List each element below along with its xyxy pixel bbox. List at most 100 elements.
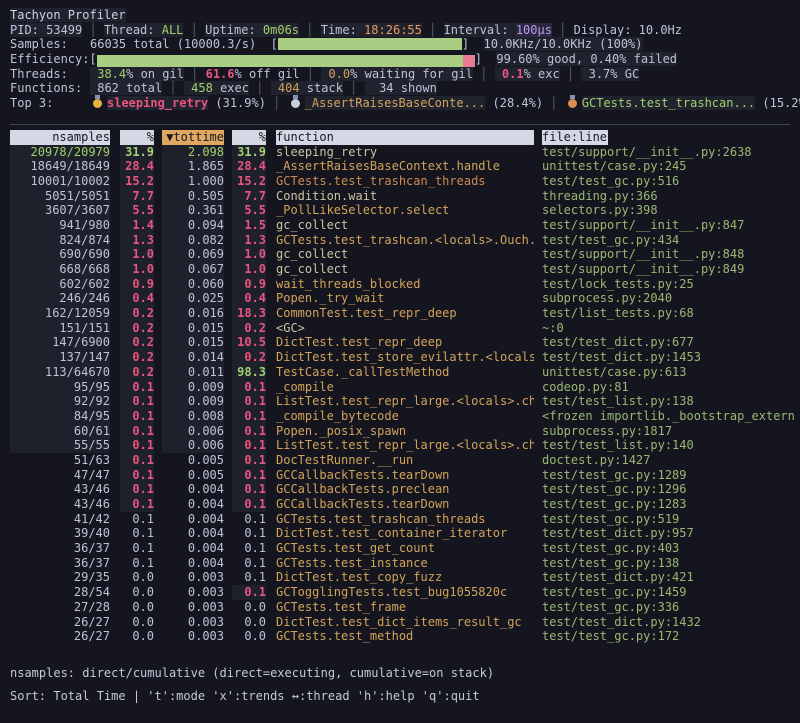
cell-tottime: 0.004: [162, 556, 224, 571]
thread-stat: 0.0% waiting for gil: [321, 67, 473, 81]
separator: │: [184, 67, 206, 81]
cell-nsamples: 43/46: [10, 497, 110, 512]
cell-tottime: 0.011: [162, 365, 224, 380]
cell-pct-direct: 28.4: [120, 159, 154, 174]
cell-function: GCTests.test_frame: [276, 600, 534, 615]
cell-tottime: 0.069: [162, 247, 224, 262]
table-body: 20978/2097931.92.09831.9sleeping_retryte…: [10, 145, 800, 644]
functions-segments: 862 total │ 458 exec │ 404 stack │ 34 sh…: [90, 81, 437, 95]
samples-rate: 10.0KHz/10.0KHz (100%): [484, 37, 643, 51]
cell-file-line: test/test_list.py:140: [542, 438, 694, 453]
thread-stat-unit: % GC: [610, 67, 639, 81]
cell-tottime: 0.016: [162, 306, 224, 321]
status-item: Uptime: 0m06s: [205, 23, 299, 37]
cell-pct-cumulative: 0.1: [232, 526, 266, 541]
status-item-value: ALL: [162, 23, 184, 37]
cell-tottime: 1.865: [162, 159, 224, 174]
cell-tottime: 0.004: [162, 526, 224, 541]
cell-function: gc_collect: [276, 218, 534, 233]
cell-nsamples: 113/64670: [10, 365, 110, 380]
column-header-nsamples[interactable]: nsamples: [10, 130, 110, 145]
thread-stat-value: 38.4: [90, 67, 126, 81]
cell-pct-direct: 0.0: [120, 629, 154, 644]
keybindings-line: Sort: Total Time | 't':mode 'x':trends ↔…: [10, 689, 800, 704]
cell-tottime: 0.003: [162, 629, 224, 644]
table-row: 137/1470.20.0140.2DictTest.test_store_ev…: [10, 350, 800, 365]
cell-pct-direct: 1.0: [120, 262, 154, 277]
thread-stat: 61.6% off gil: [206, 67, 300, 81]
table-row: 20978/2097931.92.09831.9sleeping_retryte…: [10, 145, 800, 160]
cell-pct-direct: 0.4: [120, 291, 154, 306]
cell-pct-cumulative: 0.9: [232, 277, 266, 292]
status-item-label: PID:: [10, 23, 46, 37]
divider: [10, 124, 790, 125]
table-row: 668/6681.00.0671.0gc_collecttest/support…: [10, 262, 800, 277]
threads-segments: 38.4% on gil │ 61.6% off gil │ 0.0% wait…: [90, 67, 639, 81]
cell-file-line: test/test_gc.py:1296: [542, 482, 687, 497]
cell-nsamples: 668/668: [10, 262, 110, 277]
cell-pct-cumulative: 1.3: [232, 233, 266, 248]
cell-nsamples: 95/95: [10, 380, 110, 395]
cell-pct-cumulative: 0.1: [232, 541, 266, 556]
cell-function: GCTests.test_trashcan.<locals>.Ouch....: [276, 233, 534, 248]
cell-pct-direct: 1.4: [120, 218, 154, 233]
cell-tottime: 0.361: [162, 203, 224, 218]
cell-pct-cumulative: 0.1: [232, 453, 266, 468]
column-header-tottime-sorted[interactable]: ▼tottime: [162, 130, 224, 145]
cell-function: DictTest.test_copy_fuzz: [276, 570, 534, 585]
column-header-pct1[interactable]: %: [120, 130, 154, 145]
efficiency-good-bar: [97, 55, 463, 67]
efficiency-bar-open: [: [89, 52, 96, 66]
separator: │: [82, 23, 104, 37]
column-header-function[interactable]: function: [276, 130, 534, 145]
column-header-pct2[interactable]: %: [232, 130, 266, 145]
title-line: Tachyon Profiler: [10, 8, 800, 23]
column-header-file[interactable]: file:line: [542, 130, 608, 145]
table-row: 5051/50517.70.5057.7Condition.waitthread…: [10, 189, 800, 204]
cell-function: GCTests.test_get_count: [276, 541, 534, 556]
cell-pct-direct: 1.0: [120, 247, 154, 262]
cell-nsamples: 18649/18649: [10, 159, 110, 174]
cell-file-line: unittest/case.py:613: [542, 365, 687, 380]
cell-function: gc_collect: [276, 262, 534, 277]
cell-function: _compile_bytecode: [276, 409, 534, 424]
cell-tottime: 0.067: [162, 262, 224, 277]
function-stat-value: 862: [90, 81, 119, 95]
cell-nsamples: 602/602: [10, 277, 110, 292]
separator: │: [249, 81, 271, 95]
table-row: 3607/36075.50.3615.5_PollLikeSelector.se…: [10, 203, 800, 218]
status-item: Display: 10.0Hz: [574, 23, 682, 37]
cell-file-line: test/test_gc.py:138: [542, 556, 679, 571]
cell-pct-direct: 0.1: [120, 453, 154, 468]
cell-nsamples: 60/61: [10, 424, 110, 439]
cell-pct-cumulative: 1.0: [232, 247, 266, 262]
status-item-value: 100μs: [516, 23, 552, 37]
cell-function: GCTests.test_trashcan_threads: [276, 512, 534, 527]
cell-pct-direct: 7.7: [120, 189, 154, 204]
cell-tottime: 0.008: [162, 409, 224, 424]
cell-pct-cumulative: 0.1: [232, 512, 266, 527]
cell-tottime: 0.015: [162, 335, 224, 350]
cell-function: sleeping_retry: [276, 145, 534, 160]
gold-medal-icon: [93, 99, 102, 108]
cell-file-line: test/test_dict.py:677: [542, 335, 694, 350]
cell-file-line: threading.py:366: [542, 189, 658, 204]
cell-pct-cumulative: 0.4: [232, 291, 266, 306]
cell-file-line: test/test_dict.py:1432: [542, 615, 701, 630]
table-row: 27/280.00.0030.0GCTests.test_frametest/t…: [10, 600, 800, 615]
cell-file-line: test/test_gc.py:403: [542, 541, 679, 556]
cell-tottime: 0.003: [162, 615, 224, 630]
cell-nsamples: 92/92: [10, 394, 110, 409]
cell-pct-direct: 0.1: [120, 541, 154, 556]
separator: │: [552, 23, 574, 37]
silver-medal-icon: [291, 99, 300, 108]
cell-pct-direct: 0.1: [120, 497, 154, 512]
cell-file-line: subprocess.py:1817: [542, 424, 672, 439]
function-stat-value: 404: [271, 81, 300, 95]
status-item: PID: 53499: [10, 23, 82, 37]
threads-label: Threads:: [10, 67, 90, 82]
cell-file-line: subprocess.py:2040: [542, 291, 672, 306]
cell-pct-direct: 0.0: [120, 570, 154, 585]
cell-tottime: 0.009: [162, 380, 224, 395]
function-stat-unit: exec: [213, 81, 249, 95]
